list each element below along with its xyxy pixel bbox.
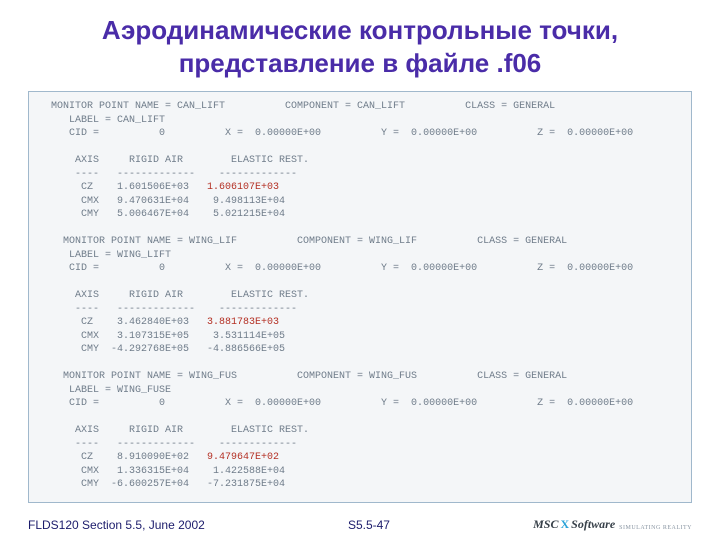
mon2-rule: ---- ------------- -------------: [39, 304, 297, 315]
title-line-2: представление в файле .f06: [179, 48, 542, 78]
mon2-cmy: CMY -4.292768E+05 -4.886566E+05: [39, 344, 285, 355]
mon1-header: MONITOR POINT NAME = CAN_LIFT COMPONENT …: [39, 101, 555, 112]
mon1-cid: CID = 0 X = 0.00000E+00 Y = 0.00000E+00 …: [39, 128, 633, 139]
mon3-cz-rigid: CZ 8.910090E+02: [39, 452, 207, 463]
mon1-label: LABEL = CAN_LIFT: [39, 115, 165, 126]
mon2-cid: CID = 0 X = 0.00000E+00 Y = 0.00000E+00 …: [39, 263, 633, 274]
footer-left: FLDS120 Section 5.5, June 2002: [28, 518, 205, 532]
mon3-cmx: CMX 1.336315E+04 1.422588E+04: [39, 466, 285, 477]
footer-logo: MSCXSoftware SIMULATING REALITY: [533, 517, 692, 532]
logo-tagline: SIMULATING REALITY: [619, 525, 692, 532]
mon1-cmy: CMY 5.006467E+04 5.021215E+04: [39, 209, 285, 220]
mon3-header: MONITOR POINT NAME = WING_FUS COMPONENT …: [39, 371, 567, 382]
mon3-cmy: CMY -6.600257E+04 -7.231875E+04: [39, 479, 285, 490]
mon1-rule: ---- ------------- -------------: [39, 169, 297, 180]
f06-output-box: MONITOR POINT NAME = CAN_LIFT COMPONENT …: [28, 91, 692, 503]
mon3-axis: AXIS RIGID AIR ELASTIC REST.: [39, 425, 309, 436]
slide-footer: FLDS120 Section 5.5, June 2002 S5.5-47 M…: [0, 517, 720, 532]
mon1-cmx: CMX 9.470631E+04 9.498113E+04: [39, 196, 285, 207]
mon3-label: LABEL = WING_FUSE: [39, 385, 171, 396]
slide-title: Аэродинамические контрольные точки, пред…: [0, 0, 720, 87]
logo-x-icon: X: [560, 517, 569, 532]
mon2-cz-elastic: 3.881783E+03: [207, 317, 279, 328]
mon3-cz-elastic: 9.479647E+02: [207, 452, 279, 463]
mon3-rule: ---- ------------- -------------: [39, 439, 297, 450]
mon2-axis: AXIS RIGID AIR ELASTIC REST.: [39, 290, 309, 301]
footer-page: S5.5-47: [205, 518, 533, 532]
mon1-cz-rigid: CZ 1.601506E+03: [39, 182, 207, 193]
mon1-axis: AXIS RIGID AIR ELASTIC REST.: [39, 155, 309, 166]
mon3-cid: CID = 0 X = 0.00000E+00 Y = 0.00000E+00 …: [39, 398, 633, 409]
logo-software: Software: [571, 517, 615, 532]
title-line-1: Аэродинамические контрольные точки,: [102, 15, 618, 45]
mon1-cz-elastic: 1.606107E+03: [207, 182, 279, 193]
mon2-cz-rigid: CZ 3.462840E+03: [39, 317, 207, 328]
mon2-cmx: CMX 3.107315E+05 3.531114E+05: [39, 331, 285, 342]
mon2-label: LABEL = WING_LIFT: [39, 250, 171, 261]
mon2-header: MONITOR POINT NAME = WING_LIF COMPONENT …: [39, 236, 567, 247]
logo-msc: MSC: [533, 517, 558, 532]
